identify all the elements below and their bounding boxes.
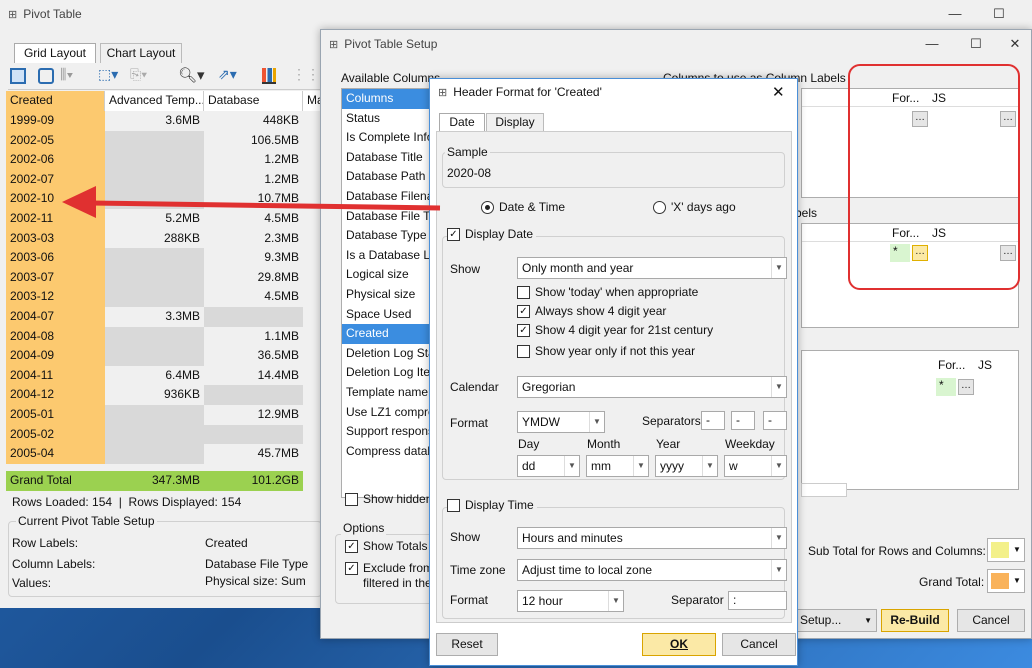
red-arrow-annotation bbox=[62, 186, 441, 218]
